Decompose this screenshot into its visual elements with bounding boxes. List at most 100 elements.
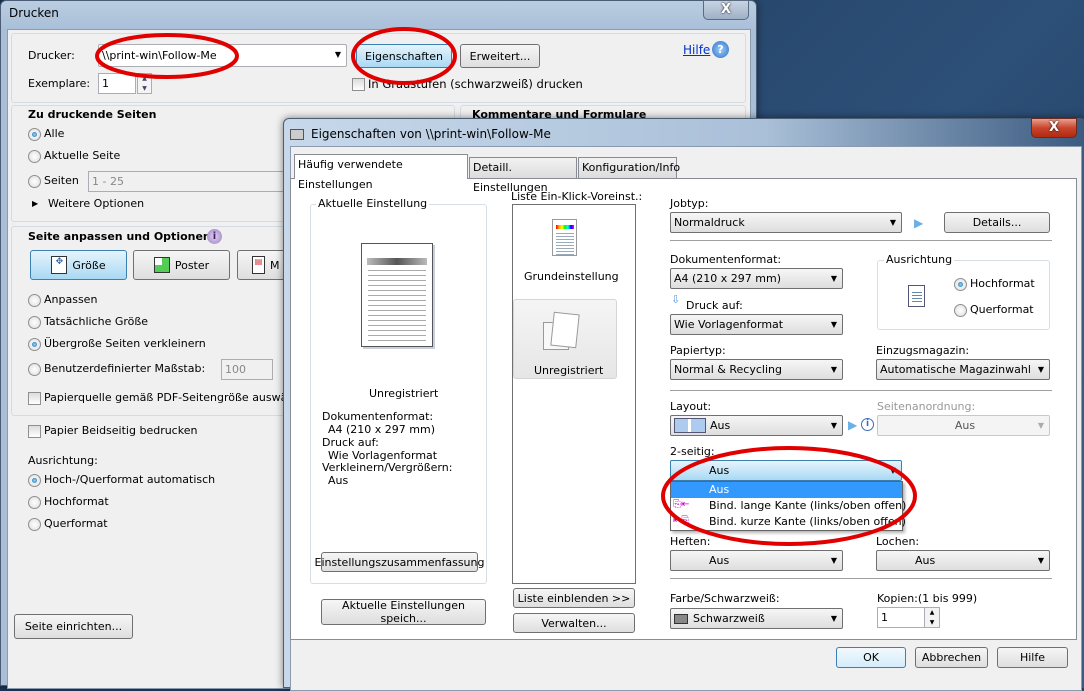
poster-button[interactable]: Poster (133, 250, 230, 280)
cancel-button[interactable]: Abbrechen (915, 647, 988, 668)
custom-scale-input[interactable]: 100 (221, 359, 273, 380)
radio-pages[interactable] (28, 175, 41, 188)
radio-custom-scale[interactable] (28, 363, 41, 376)
divider (670, 240, 1052, 241)
long-edge-icon: ⎘⇤ (673, 499, 690, 510)
printon-value: Wie Vorlagenformat (674, 318, 784, 331)
save-settings-button[interactable]: Aktuelle Einstellungen speich... (321, 599, 486, 625)
ok-label: OK (863, 651, 879, 664)
basic-preset-icon (552, 219, 577, 256)
tray-select[interactable]: Automatische Magazinwahl (876, 359, 1050, 380)
duplex-option-long-edge[interactable]: Bind. lange Kante (links/oben offen) (709, 499, 906, 513)
multiple-label: M (270, 258, 280, 272)
help-label: Hilfe (1019, 651, 1046, 664)
radio-all[interactable] (28, 128, 41, 141)
duplex-option-short-edge[interactable]: Bind. kurze Kante (links/oben offen) (709, 515, 906, 529)
properties-close-button[interactable]: X (1031, 118, 1077, 138)
page-setup-button[interactable]: Seite einrichten... (14, 614, 133, 639)
show-list-button[interactable]: Liste einblenden >> (513, 588, 635, 608)
preview-header-bar (367, 258, 427, 265)
layout-select[interactable]: Aus (670, 415, 843, 436)
radio-shrink[interactable] (28, 338, 41, 351)
duplex-option-off[interactable]: Aus (671, 482, 902, 498)
info-icon[interactable]: i (861, 418, 874, 431)
more-options-toggle[interactable]: Weitere Optionen (48, 197, 144, 211)
radio-actual-label: Tatsächliche Größe (44, 315, 149, 328)
layout-value: Aus (710, 419, 731, 432)
staple-select[interactable]: Aus (670, 550, 843, 571)
copies-input[interactable]: 1 (98, 73, 136, 94)
manage-label: Verwalten... (541, 616, 607, 630)
layout-label: Layout: (670, 400, 712, 413)
properties-title: Eigenschaften von \\print-win\Follow-Me (311, 127, 551, 141)
cancel-label: Abbrechen (921, 651, 982, 664)
radio-fit[interactable] (28, 294, 41, 307)
play-arrow-icon[interactable]: ▶ (914, 216, 923, 230)
preset-item-label: Unregistriert (534, 364, 604, 377)
duplex-label: 2-seitig: (670, 445, 715, 458)
tray-label: Einzugsmagazin: (876, 344, 970, 357)
pages-input[interactable]: 1 - 25 (88, 171, 288, 192)
radio-landscape[interactable] (28, 518, 41, 531)
grayscale-checkbox[interactable] (352, 78, 365, 91)
print-dialog-title: Drucken (9, 6, 59, 20)
summary-button[interactable]: Einstellungszusammenfassung (315, 552, 484, 572)
poster-label: Poster (174, 258, 210, 272)
radio-current-label: Aktuelle Seite (44, 149, 121, 162)
copies-label: Exemplare: (28, 77, 91, 90)
play-arrow-icon[interactable]: ▶ (848, 418, 857, 432)
pages-title: Zu druckende Seiten (28, 108, 157, 121)
radio-auto-orientation[interactable] (28, 474, 41, 487)
jobtype-select[interactable]: Normaldruck (670, 212, 902, 233)
tab-configuration[interactable]: Konfiguration/Info (578, 157, 680, 178)
duplex-label: Papier Beidseitig bedrucken (44, 424, 198, 437)
papertype-value: Normal & Recycling (674, 363, 782, 376)
color-select[interactable]: Schwarzweiß (670, 608, 843, 629)
size-button[interactable]: ✥ Größe (30, 250, 127, 280)
radio-current-page[interactable] (28, 150, 41, 163)
duplex-select[interactable]: Aus (670, 460, 902, 481)
short-edge-icon: ⇤⎘ (673, 515, 690, 526)
close-button[interactable]: X (703, 0, 749, 20)
help-icon[interactable]: ? (712, 41, 729, 58)
tab-common-settings[interactable]: Häufig verwendete Einstellungen (294, 154, 468, 191)
advanced-button[interactable]: Erweitert... (460, 44, 540, 68)
copies-spinner[interactable]: ▲ ▼ (924, 607, 940, 628)
radio-actual-size[interactable] (28, 316, 41, 329)
manage-button[interactable]: Verwalten... (513, 613, 635, 633)
radio-portrait[interactable] (28, 496, 41, 509)
printer-select[interactable]: \\print-win\Follow-Me (98, 44, 347, 67)
orientation-group (877, 260, 1050, 330)
docformat-value: A4 (210 x 297 mm) (674, 272, 782, 285)
copies-spinner[interactable]: ▲ ▼ (137, 73, 152, 94)
tab-detail-settings[interactable]: Detaill. Einstellungen (469, 157, 577, 194)
docformat-select[interactable]: A4 (210 x 297 mm) (670, 268, 843, 289)
radio-portrait[interactable] (954, 278, 967, 291)
staple-value: Aus (709, 554, 730, 567)
info-icon[interactable]: i (207, 229, 222, 244)
radio-landscape[interactable] (954, 304, 967, 317)
properties-button[interactable]: Eigenschaften (356, 44, 452, 68)
ok-button[interactable]: OK (836, 647, 906, 668)
duplex-checkbox[interactable] (28, 425, 41, 438)
summary-label: Einstellungszusammenfassung (314, 555, 485, 569)
copies-input[interactable]: 1 (877, 607, 925, 628)
paper-source-checkbox[interactable] (28, 392, 41, 405)
copies-label: Kopien:(1 bis 999) (877, 592, 978, 605)
preset-item[interactable]: Grundeinstellung (524, 270, 619, 284)
radio-portrait-label: Hochformat (44, 495, 109, 508)
punch-select[interactable]: Aus (876, 550, 1050, 571)
advanced-label: Erweitert... (469, 49, 531, 63)
printon-select[interactable]: Wie Vorlagenformat (670, 314, 843, 335)
pageorder-select[interactable]: Aus (877, 415, 1050, 436)
fit-title: Seite anpassen und Optionen (28, 230, 211, 243)
help-button[interactable]: Hilfe (997, 647, 1068, 668)
help-link[interactable]: Hilfe (683, 43, 710, 57)
radio-shrink-label: Übergroße Seiten verkleinern (44, 337, 206, 350)
portrait-page-icon (908, 285, 925, 307)
details-button[interactable]: Details... (944, 212, 1050, 233)
papertype-select[interactable]: Normal & Recycling (670, 359, 843, 380)
expand-triangle-icon[interactable]: ▶ (32, 197, 38, 211)
tray-value: Automatische Magazinwahl (880, 363, 1031, 376)
duplex-value: Aus (709, 464, 730, 477)
